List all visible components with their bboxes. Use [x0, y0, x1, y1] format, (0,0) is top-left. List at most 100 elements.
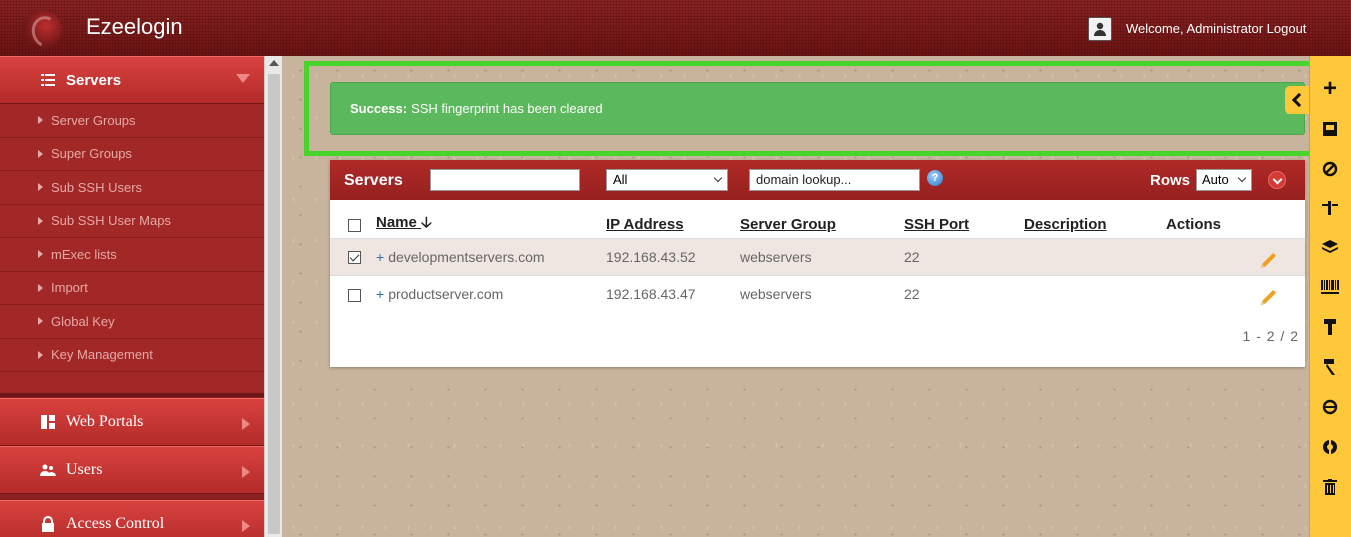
- pager-text: 1 - 2 / 2: [1242, 328, 1299, 344]
- column-name[interactable]: Name 🡣: [376, 212, 606, 238]
- table-row[interactable]: + developmentservers.com 192.168.43.52 we…: [330, 237, 1305, 275]
- column-ssh-port[interactable]: SSH Port: [904, 212, 1024, 238]
- logout-link[interactable]: Logout: [1267, 21, 1307, 36]
- sidebar-item-label: Server Groups: [51, 112, 136, 128]
- description-cell: [1024, 274, 1166, 312]
- chevron-down-icon: [713, 173, 723, 183]
- layers-icon[interactable]: [1319, 236, 1341, 258]
- sidebar-section-servers[interactable]: Servers: [0, 56, 264, 104]
- panel-title: Servers: [344, 172, 403, 189]
- sidebar-item-sub-ssh-user-maps[interactable]: Sub SSH User Maps: [0, 205, 264, 238]
- server-name: productserver.com: [388, 285, 504, 302]
- lifebuoy-icon[interactable]: [1319, 436, 1341, 458]
- sidebar-section-label: Access Control: [66, 515, 165, 532]
- select-all-checkbox[interactable]: [348, 218, 361, 232]
- welcome-area: Welcome, Administrator Logout: [1126, 21, 1306, 36]
- right-toolbar: +: [1309, 56, 1351, 537]
- key-alt-icon[interactable]: [1319, 356, 1341, 378]
- sidebar-section-web-portals[interactable]: Web Portals: [0, 398, 264, 446]
- sidebar-item-super-groups[interactable]: Super Groups: [0, 138, 264, 171]
- circle-minus-icon[interactable]: [1319, 396, 1341, 418]
- sidebar: Servers Server Groups Super Groups Sub S…: [0, 56, 264, 537]
- lock-icon: [40, 516, 56, 532]
- chevron-down-icon: [1237, 173, 1247, 183]
- server-name-cell[interactable]: + developmentservers.com: [376, 237, 606, 275]
- sidebar-item-label: Import: [51, 280, 88, 296]
- user-avatar-icon[interactable]: [1088, 17, 1112, 41]
- portal-icon: [40, 415, 56, 429]
- expand-plus-icon[interactable]: +: [376, 286, 384, 302]
- server-name-cell[interactable]: + productserver.com: [376, 274, 606, 312]
- rows-select[interactable]: Auto: [1196, 169, 1252, 191]
- triangle-right-icon: [38, 216, 43, 225]
- column-server-group[interactable]: Server Group: [740, 212, 904, 238]
- row-checkbox[interactable]: [348, 288, 361, 302]
- triangle-right-icon: [38, 183, 43, 192]
- row-checkbox[interactable]: [348, 251, 361, 265]
- help-icon[interactable]: ?: [927, 170, 943, 186]
- key-icon[interactable]: [1319, 316, 1341, 338]
- block-icon[interactable]: [1319, 158, 1341, 180]
- row-checkbox-cell: [330, 237, 376, 275]
- plus-icon[interactable]: +: [1319, 75, 1341, 102]
- servers-panel: Servers All domain lookup... ? Rows Auto…: [330, 160, 1305, 367]
- panel-collapse-button[interactable]: [1268, 171, 1286, 189]
- sidebar-section-label: Users: [66, 461, 103, 478]
- sidebar-item-sub-ssh-users[interactable]: Sub SSH Users: [0, 171, 264, 205]
- success-alert: Success: SSH fingerprint has been cleare…: [330, 82, 1305, 135]
- toolbar-collapse-tab[interactable]: [1285, 86, 1309, 114]
- servers-submenu: Server Groups Super Groups Sub SSH Users…: [0, 104, 264, 397]
- panel-header: Servers All domain lookup... ? Rows Auto: [330, 160, 1305, 200]
- table-header-row: Name 🡣 IP Address Server Group SSH Port …: [330, 212, 1305, 238]
- column-description[interactable]: Description: [1024, 212, 1166, 238]
- sidebar-item-label: Sub SSH Users: [51, 179, 143, 195]
- alert-prefix: Success:: [350, 101, 408, 116]
- sidebar-item-label: Sub SSH User Maps: [51, 213, 171, 229]
- sidebar-item-label: Global Key: [51, 313, 115, 329]
- sidebar-section-label: Servers: [66, 71, 122, 89]
- actions-cell: [1166, 237, 1305, 275]
- main-content: Success: SSH fingerprint has been cleare…: [282, 56, 1322, 537]
- sidebar-item-global-key[interactable]: Global Key: [0, 305, 264, 339]
- select-all-cell: [330, 212, 376, 238]
- port-cell: 22: [904, 274, 1024, 312]
- sidebar-item-key-management[interactable]: Key Management: [0, 339, 264, 372]
- alert-message: SSH fingerprint has been cleared: [411, 101, 603, 116]
- trash-icon[interactable]: [1319, 476, 1341, 498]
- chevron-right-icon: [242, 520, 250, 532]
- name-filter-input[interactable]: [430, 169, 580, 191]
- sidebar-item-server-groups[interactable]: Server Groups: [0, 104, 264, 138]
- triangle-right-icon: [38, 283, 43, 292]
- rows-label: Rows: [1150, 172, 1191, 189]
- key-transfer-icon[interactable]: [1319, 197, 1341, 219]
- sidebar-item-import[interactable]: Import: [0, 272, 264, 305]
- edit-pencil-icon[interactable]: [1261, 289, 1277, 304]
- app-title: Ezeelogin: [86, 14, 183, 39]
- group-filter-select[interactable]: All: [606, 169, 728, 191]
- welcome-text: Welcome, Administrator: [1126, 21, 1264, 36]
- sidebar-item-label: Super Groups: [51, 146, 132, 162]
- triangle-right-icon: [38, 149, 43, 158]
- expand-plus-icon[interactable]: +: [376, 249, 384, 265]
- sidebar-section-users[interactable]: Users: [0, 446, 264, 494]
- server-icon[interactable]: [1319, 118, 1341, 140]
- port-cell: 22: [904, 237, 1024, 275]
- sidebar-section-access-control[interactable]: Access Control: [0, 500, 264, 537]
- scrollbar-thumb[interactable]: [268, 74, 280, 534]
- sidebar-scrollbar[interactable]: [264, 56, 282, 537]
- edit-pencil-icon[interactable]: [1261, 252, 1277, 267]
- chevron-right-icon: [242, 418, 250, 430]
- users-icon: [40, 463, 56, 477]
- table-row[interactable]: + productserver.com 192.168.43.47 webserv…: [330, 274, 1305, 312]
- triangle-right-icon: [38, 350, 43, 359]
- sidebar-item-label: Key Management: [51, 347, 153, 363]
- scroll-up-icon[interactable]: [269, 60, 279, 66]
- top-header: Ezeelogin Welcome, Administrator Logout: [0, 0, 1351, 56]
- barcode-icon[interactable]: [1319, 276, 1341, 298]
- domain-lookup-input[interactable]: domain lookup...: [749, 169, 920, 191]
- sidebar-item-mexec-lists[interactable]: mExec lists: [0, 238, 264, 272]
- group-cell: webservers: [740, 237, 904, 275]
- column-ip[interactable]: IP Address: [606, 212, 740, 238]
- sort-down-icon: 🡣: [421, 214, 432, 232]
- column-actions: Actions: [1166, 216, 1222, 234]
